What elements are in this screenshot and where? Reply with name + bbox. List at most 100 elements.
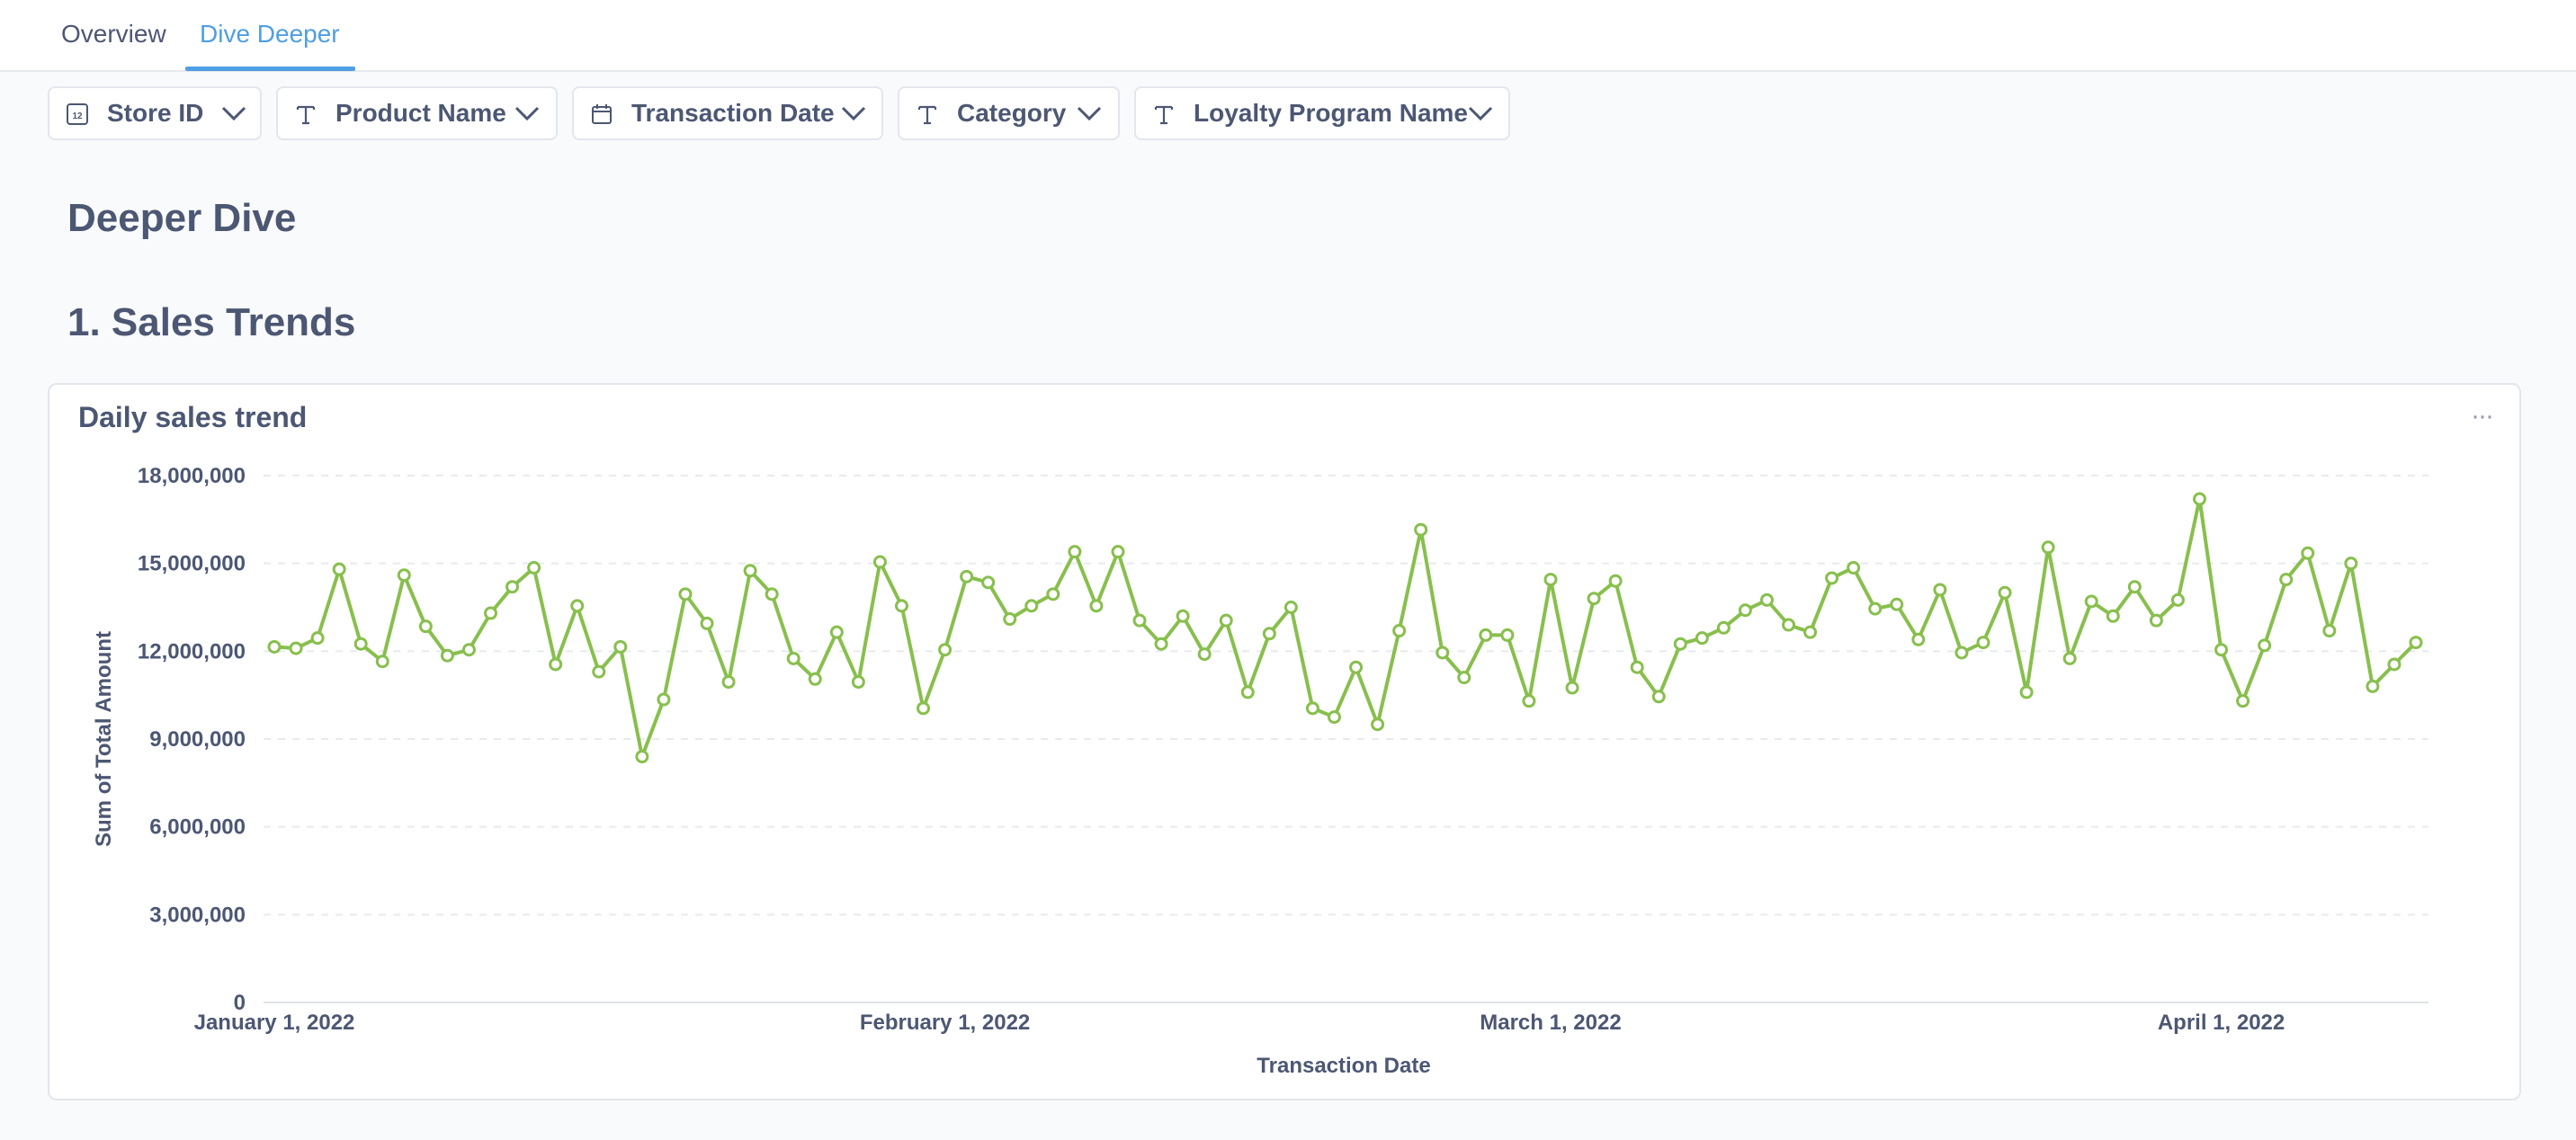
- data-point: [2344, 557, 2358, 571]
- y-tick-label: 18,000,000: [138, 464, 246, 488]
- chevron-down-icon: [514, 106, 540, 121]
- data-point: [808, 672, 822, 686]
- data-point: [397, 568, 411, 583]
- data-point: [440, 648, 454, 663]
- data-point: [1630, 660, 1644, 674]
- svg-text:12: 12: [72, 111, 83, 121]
- x-tick-label: March 1, 2022: [1480, 1011, 1621, 1035]
- data-point: [592, 664, 606, 679]
- data-point: [1911, 632, 1926, 646]
- data-point: [2106, 609, 2120, 623]
- data-point: [2041, 540, 2055, 555]
- data-point: [332, 562, 346, 576]
- data-point: [917, 701, 931, 716]
- data-point: [613, 639, 628, 654]
- data-point: [1176, 609, 1190, 623]
- text-icon: [1154, 105, 1174, 125]
- data-point: [2258, 638, 2272, 653]
- data-point: [2236, 694, 2250, 708]
- series-line: [273, 497, 2418, 759]
- y-tick-label: 6,000,000: [149, 815, 246, 840]
- data-point: [570, 599, 585, 613]
- data-point: [1414, 522, 1428, 537]
- data-point: [2409, 636, 2423, 650]
- filter-category[interactable]: Category: [898, 86, 1120, 140]
- data-point: [1954, 646, 1969, 660]
- filter-label: Store ID: [107, 99, 204, 127]
- data-point: [2170, 592, 2185, 607]
- y-tick-label: 15,000,000: [138, 552, 246, 576]
- data-point: [1154, 637, 1168, 651]
- data-point: [1457, 671, 1471, 685]
- data-point: [1111, 545, 1125, 559]
- x-axis-title: Transaction Date: [1257, 1054, 1430, 1078]
- filter-store-id[interactable]: 12 Store ID: [48, 86, 262, 140]
- filter-loyalty-program-name[interactable]: Loyalty Program Name: [1134, 86, 1510, 140]
- data-point: [1392, 624, 1407, 638]
- data-point: [1284, 601, 1298, 614]
- y-tick-label: 3,000,000: [149, 903, 246, 927]
- calendar-icon: [592, 104, 612, 124]
- data-point: [1500, 628, 1515, 642]
- data-point: [1651, 690, 1666, 704]
- data-point: [549, 657, 563, 672]
- data-point: [1890, 597, 1904, 611]
- x-tick-label: January 1, 2022: [194, 1011, 355, 1035]
- dashboard-tab-bar: Overview Dive Deeper: [0, 0, 2576, 72]
- data-point: [1998, 585, 2012, 600]
- data-point: [2214, 643, 2229, 657]
- data-point: [461, 643, 476, 657]
- data-point: [786, 651, 801, 665]
- filter-label: Transaction Date: [631, 99, 835, 127]
- number-icon: 12: [67, 103, 88, 125]
- data-point: [2301, 546, 2315, 560]
- text-icon: [296, 105, 316, 125]
- data-point: [267, 639, 282, 654]
- data-point: [1803, 625, 1818, 639]
- data-point: [743, 564, 757, 578]
- data-point: [527, 561, 541, 575]
- data-point: [1349, 660, 1364, 674]
- data-point: [2062, 651, 2077, 665]
- data-point: [1868, 601, 1883, 616]
- tab-dive-deeper[interactable]: Dive Deeper: [200, 0, 340, 70]
- tab-overview[interactable]: Overview: [61, 0, 166, 70]
- data-point: [2366, 679, 2380, 693]
- data-point: [1197, 647, 1212, 662]
- chevron-down-icon: [1077, 106, 1102, 121]
- data-point: [1543, 573, 1558, 587]
- data-point: [981, 575, 996, 590]
- text-icon: [917, 105, 937, 125]
- data-point: [1089, 599, 1104, 613]
- data-point: [1219, 613, 1233, 628]
- y-tick-label: 9,000,000: [149, 727, 246, 752]
- data-point: [1479, 628, 1493, 642]
- data-point: [2279, 573, 2294, 587]
- data-point: [1933, 583, 1947, 597]
- data-point: [851, 675, 865, 690]
- data-point: [2322, 624, 2337, 638]
- data-point: [1673, 637, 1687, 651]
- data-point: [2192, 492, 2206, 506]
- data-point: [1132, 613, 1147, 628]
- data-point: [484, 606, 498, 620]
- data-point: [1024, 599, 1039, 613]
- data-point: [1565, 681, 1579, 695]
- data-point: [1695, 631, 1709, 646]
- data-point: [2149, 613, 2163, 628]
- data-point: [2387, 657, 2402, 672]
- data-point: [2019, 685, 2034, 699]
- filter-label: Product Name: [335, 99, 506, 127]
- data-point: [289, 641, 303, 655]
- data-point: [700, 616, 714, 630]
- filter-product-name[interactable]: Product Name: [276, 86, 558, 140]
- data-point: [2084, 594, 2098, 609]
- filter-transaction-date[interactable]: Transaction Date: [572, 86, 883, 140]
- data-point: [1436, 646, 1450, 660]
- data-point: [960, 569, 974, 583]
- data-point: [1371, 717, 1385, 732]
- data-point: [872, 555, 887, 569]
- data-point: [1976, 636, 1990, 650]
- filter-label: Loyalty Program Name: [1194, 99, 1468, 127]
- section-heading-sales-trends: 1. Sales Trends: [67, 300, 356, 344]
